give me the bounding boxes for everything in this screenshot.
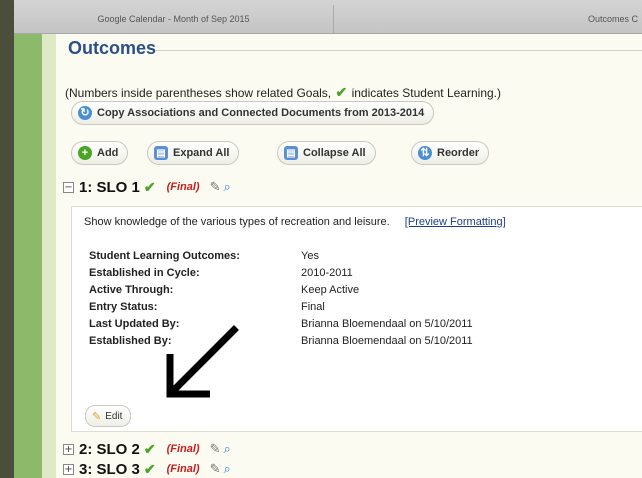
note-text-start: (Numbers inside parentheses show related…	[65, 86, 332, 100]
slo-description: Show knowledge of the various types of r…	[84, 216, 506, 228]
main-content: Outcomes (Numbers inside parentheses sho…	[56, 34, 642, 478]
status-badge: (Final)	[166, 443, 200, 455]
copy-associations-button[interactable]: ↻ Copy Associations and Connected Docume…	[71, 101, 435, 125]
reorder-label: Reorder	[437, 147, 480, 159]
edit-doc-icon[interactable]: ✎	[210, 441, 221, 457]
detail-row: Student Learning Outcomes: Yes	[89, 247, 473, 264]
preview-formatting-link[interactable]: [Preview Formatting]	[405, 216, 506, 228]
title-divider	[156, 50, 642, 51]
edit-button[interactable]: ✎ Edit	[85, 405, 132, 427]
slo-description-text: Show knowledge of the various types of r…	[84, 216, 390, 228]
slo-title[interactable]: 2: SLO 2	[79, 441, 140, 458]
magnifier-icon[interactable]: ⌕	[224, 441, 231, 457]
sidebar-strip	[14, 0, 42, 478]
sidebar-margin	[42, 0, 56, 478]
check-icon: ✔	[143, 440, 156, 457]
slo-row-2[interactable]: + 2: SLO 2 ✔ (Final) ✎ ⌕	[63, 438, 231, 460]
add-label: Add	[97, 147, 119, 159]
expand-icon: ▤	[154, 146, 168, 160]
page-title: Outcomes	[68, 38, 157, 58]
left-edge-bar	[0, 0, 14, 478]
magnifier-icon[interactable]: ⌕	[224, 461, 231, 477]
edit-doc-icon[interactable]: ✎	[210, 179, 221, 195]
check-icon: ✔	[143, 178, 156, 195]
detail-value: Brianna Bloemendaal on 5/10/2011	[301, 317, 473, 330]
detail-label: Entry Status:	[89, 300, 158, 313]
status-badge: (Final)	[166, 463, 200, 475]
magnifier-icon[interactable]: ⌕	[224, 179, 231, 195]
slo-row-1[interactable]: − 1: SLO 1 ✔ (Final) ✎ ⌕	[63, 176, 231, 198]
pencil-icon: ✎	[92, 410, 102, 423]
reorder-icon: ⇅	[418, 146, 432, 160]
check-icon: ✔	[335, 84, 348, 100]
note-text-end: indicates Student Learning.)	[351, 86, 501, 100]
plus-circle-icon: +	[78, 146, 92, 160]
slo-detail-panel: Show knowledge of the various types of r…	[71, 206, 642, 432]
detail-label: Established in Cycle:	[89, 266, 200, 279]
detail-row: Entry Status: Final	[89, 298, 473, 315]
slo-details-table: Student Learning Outcomes: Yes Establish…	[89, 247, 473, 349]
arrow-pointer-icon	[166, 325, 239, 398]
slo-title[interactable]: 1: SLO 1	[79, 179, 140, 196]
legend-note: (Numbers inside parentheses show related…	[65, 84, 501, 101]
detail-value: Final	[301, 300, 325, 313]
detail-value: 2010-2011	[301, 266, 353, 279]
collapse-toggle-icon[interactable]: −	[63, 181, 74, 193]
status-badge: (Final)	[166, 181, 200, 193]
copy-associations-label: Copy Associations and Connected Document…	[97, 107, 425, 119]
expand-toggle-icon[interactable]: +	[63, 443, 74, 455]
tab-outcomes[interactable]: Outcomes C	[334, 5, 642, 33]
expand-all-label: Expand All	[173, 147, 230, 159]
collapse-icon: ▤	[284, 146, 298, 160]
detail-row: Active Through: Keep Active	[89, 281, 473, 298]
detail-row: Established in Cycle: 2010-2011	[89, 264, 473, 281]
edit-label: Edit	[105, 410, 123, 422]
collapse-all-label: Collapse All	[303, 147, 366, 159]
expand-all-button[interactable]: ▤ Expand All	[147, 141, 240, 165]
detail-value: Keep Active	[301, 283, 360, 296]
refresh-icon: ↻	[78, 106, 92, 120]
reorder-button[interactable]: ⇅ Reorder	[411, 141, 490, 165]
expand-toggle-icon[interactable]: +	[63, 463, 74, 475]
detail-label: Student Learning Outcomes:	[89, 249, 240, 262]
detail-label: Active Through:	[89, 283, 174, 296]
browser-tab-bar: Google Calendar - Month of Sep 2015 Outc…	[14, 0, 642, 34]
add-button[interactable]: + Add	[71, 141, 129, 165]
detail-value: Brianna Bloemendaal on 5/10/2011	[301, 334, 473, 347]
slo-title[interactable]: 3: SLO 3	[79, 461, 140, 478]
collapse-all-button[interactable]: ▤ Collapse All	[277, 141, 376, 165]
edit-doc-icon[interactable]: ✎	[210, 461, 221, 477]
detail-value: Yes	[301, 249, 319, 262]
tab-google-calendar[interactable]: Google Calendar - Month of Sep 2015	[14, 4, 334, 33]
slo-row-3[interactable]: + 3: SLO 3 ✔ (Final) ✎ ⌕	[63, 458, 231, 478]
detail-row: Established By: Brianna Bloemendaal on 5…	[89, 332, 473, 349]
detail-row: Last Updated By: Brianna Bloemendaal on …	[89, 315, 473, 332]
check-icon: ✔	[143, 460, 156, 477]
